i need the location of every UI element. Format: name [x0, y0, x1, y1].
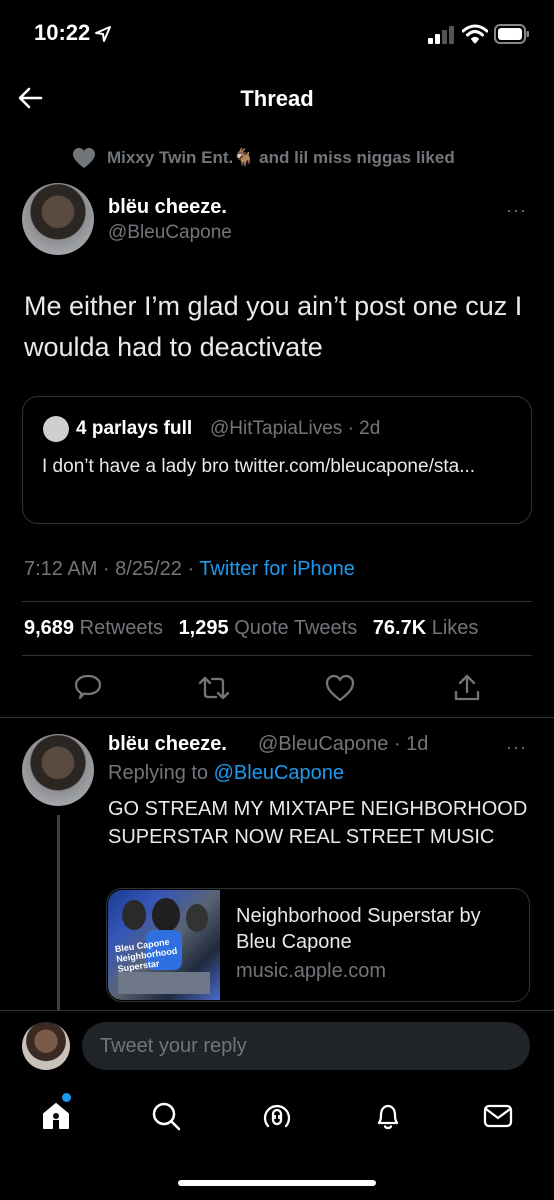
signal-icon [428, 26, 456, 44]
home-icon [43, 1103, 69, 1129]
spaces-icon [263, 1104, 291, 1128]
author-handle[interactable]: @BleuCapone [108, 222, 232, 244]
page-title: Thread [240, 86, 314, 111]
avatar[interactable] [22, 734, 94, 806]
notification-dot [62, 1093, 71, 1102]
battery-icon [494, 24, 530, 44]
share-icon [454, 674, 480, 701]
tab-home[interactable] [40, 1100, 72, 1132]
reply-author-name[interactable]: blëu cheeze. [108, 733, 227, 756]
source-link[interactable]: Twitter for iPhone [199, 558, 355, 580]
home-indicator [178, 1180, 376, 1186]
tweet-timestamp: 7:12 AM · 8/25/22 · Twitter for iPhone [24, 558, 355, 581]
like-button[interactable] [324, 672, 356, 704]
retweets-label[interactable]: Retweets [80, 617, 163, 639]
tab-notifications[interactable] [372, 1100, 404, 1132]
quote-author-meta: @HitTapiaLives · 2d [210, 418, 381, 439]
more-options-button[interactable]: ··· [506, 200, 527, 221]
wifi-icon [462, 24, 488, 44]
reply-tweet-text: GO STREAM MY MIXTAPE NEIGHBORHOOD SUPERS… [108, 798, 528, 848]
social-context-text[interactable]: Mixxy Twin Ent.🐐 and lil miss niggas lik… [107, 148, 455, 168]
replying-to: Replying to @BleuCapone [108, 762, 344, 785]
like-icon [325, 674, 355, 702]
reply-button[interactable] [72, 672, 104, 704]
quote-text: I don’t have a lady bro twitter.com/bleu… [42, 456, 476, 477]
avatar[interactable] [22, 183, 94, 255]
divider [22, 601, 532, 602]
more-options-button[interactable]: ··· [506, 737, 527, 758]
quotes-count[interactable]: 1,295 [179, 617, 229, 639]
tweet-stats: 9,689 Retweets 1,295 Quote Tweets 76.7K … [24, 617, 488, 640]
thread-line [57, 815, 60, 1015]
replying-handle-link[interactable]: @BleuCapone [214, 762, 344, 784]
retweets-count[interactable]: 9,689 [24, 617, 74, 639]
quotes-label[interactable]: Quote Tweets [234, 617, 357, 639]
link-card-domain: music.apple.com [236, 960, 387, 982]
retweet-icon [198, 676, 230, 700]
quote-author-name: 4 parlays full [76, 418, 193, 439]
retweet-button[interactable] [197, 672, 231, 704]
search-icon [152, 1102, 181, 1131]
replying-prefix: Replying to [108, 762, 214, 784]
timestamp-text: 7:12 AM · 8/25/22 · [24, 558, 200, 580]
notifications-icon [377, 1104, 399, 1130]
tweet-text: Me either I’m glad you ain’t post one cu… [24, 291, 523, 362]
tab-messages[interactable] [482, 1100, 514, 1132]
likes-count[interactable]: 76.7K [373, 617, 426, 639]
link-card-title: Neighborhood Superstar by Bleu Capone [236, 905, 481, 953]
quote-avatar [43, 416, 69, 442]
divider [22, 655, 532, 656]
tab-search[interactable] [150, 1100, 182, 1132]
author-name[interactable]: blëu cheeze. [108, 196, 227, 219]
link-card-image[interactable]: Bleu Capone Neighborhood Superstar [108, 890, 220, 1000]
heart-icon [72, 147, 96, 169]
share-button[interactable] [451, 672, 483, 704]
reply-author-meta[interactable]: @BleuCapone · 1d [258, 733, 428, 756]
likes-label[interactable]: Likes [432, 617, 479, 639]
reply-icon [74, 674, 102, 700]
divider [0, 717, 554, 718]
reply-input[interactable] [82, 1022, 530, 1070]
messages-icon [483, 1104, 513, 1128]
my-avatar [22, 1022, 70, 1070]
status-time: 10:22 [34, 20, 91, 45]
location-arrow-icon [94, 25, 112, 43]
tab-spaces[interactable] [260, 1100, 294, 1134]
